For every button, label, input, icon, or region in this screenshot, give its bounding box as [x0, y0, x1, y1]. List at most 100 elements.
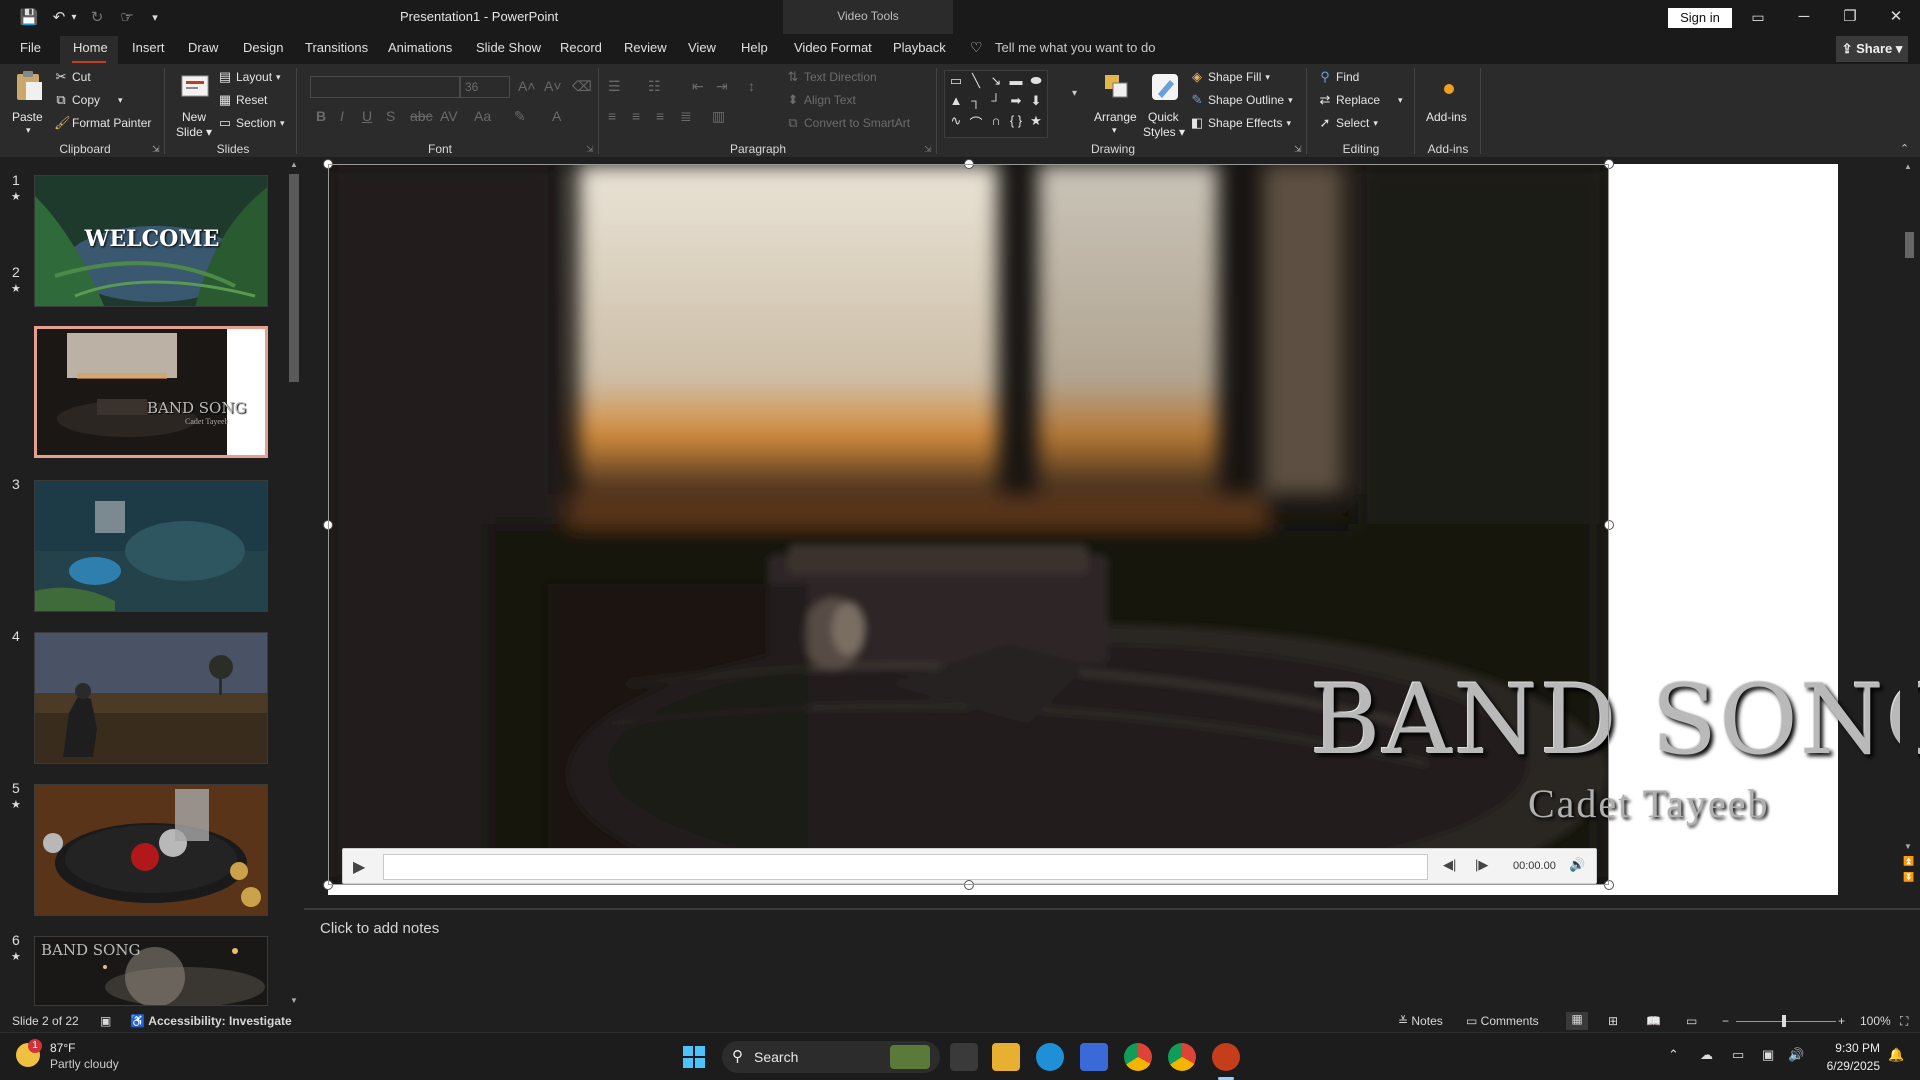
accessibility-status[interactable]: ♿ Accessibility: Investigate — [130, 1014, 292, 1028]
step-forward-icon[interactable]: |▶ — [1475, 857, 1488, 873]
arrange-button[interactable]: Arrange ▾ — [1092, 70, 1142, 142]
elbow-connector-icon[interactable]: ┐ — [967, 93, 985, 108]
network-icon[interactable]: ▣ — [1762, 1047, 1774, 1063]
ribbon-display-options-icon[interactable]: ▭ — [1738, 4, 1778, 30]
slide-thumbnail-2[interactable]: BAND SONG Cadet Tayeeb — [34, 326, 268, 458]
select-button[interactable]: ➚ Select ▾ — [1318, 116, 1378, 131]
resize-handle[interactable] — [1604, 520, 1614, 530]
resize-handle[interactable] — [964, 880, 974, 890]
add-ins-button[interactable]: Add-ins — [1422, 70, 1474, 142]
arrow-line-shape-icon[interactable]: ↘ — [987, 73, 1005, 89]
tab-help[interactable]: Help — [741, 40, 768, 55]
arc-shape-icon[interactable]: ∩ — [987, 113, 1005, 128]
align-left-icon[interactable]: ≡ — [608, 108, 616, 124]
increase-indent-icon[interactable]: ⇥ — [716, 78, 728, 95]
clock-time[interactable]: 9:30 PM — [1820, 1041, 1880, 1055]
resize-handle[interactable] — [964, 159, 974, 169]
touch-mode-icon[interactable]: ☞ — [116, 6, 138, 28]
paste-button[interactable]: Paste ▾ — [8, 70, 50, 142]
collapse-ribbon-icon[interactable]: ⌃ — [1900, 142, 1909, 155]
slide-thumbnail-4[interactable] — [34, 632, 268, 764]
slide-title[interactable]: BAND SONG — [1310, 664, 1920, 776]
clear-formatting-icon[interactable]: ⌫ — [572, 78, 592, 95]
font-name-box[interactable] — [310, 76, 460, 98]
sign-in-button[interactable]: Sign in — [1668, 8, 1732, 28]
close-button[interactable]: ✕ — [1876, 4, 1916, 30]
convert-smartart-button[interactable]: ⧉ Convert to SmartArt — [786, 116, 910, 131]
zoom-out-icon[interactable]: − — [1722, 1014, 1729, 1028]
line-spacing-icon[interactable]: ↕ — [748, 78, 755, 94]
align-text-button[interactable]: ⬍ Align Text — [786, 93, 856, 108]
notes-toggle-button[interactable]: ≚ Notes — [1398, 1014, 1443, 1028]
editor-scrollbar[interactable]: ▲ ▼ ⏫ ⏬ — [1900, 160, 1918, 890]
tray-overflow-icon[interactable]: ⌃ — [1668, 1047, 1679, 1063]
notes-placeholder[interactable]: Click to add notes — [320, 920, 439, 937]
tell-me-search[interactable]: Tell me what you want to do — [995, 40, 1155, 55]
notes-pane[interactable]: Click to add notes — [304, 908, 1920, 1010]
task-view-icon[interactable] — [950, 1043, 978, 1071]
layout-button[interactable]: ▤ Layout ▾ — [218, 70, 281, 85]
down-arrow-shape-icon[interactable]: ⬇ — [1027, 93, 1045, 109]
redo-icon[interactable]: ↻ — [86, 6, 108, 28]
windows-start-icon[interactable] — [680, 1043, 708, 1071]
format-painter-button[interactable]: 🖌 Format Painter — [54, 116, 151, 131]
slideshow-view-icon[interactable]: ▭ — [1686, 1014, 1697, 1028]
play-icon[interactable]: ▶ — [353, 857, 371, 876]
connector-icon[interactable]: ┘ — [987, 93, 1005, 108]
brace-shape-icon[interactable]: { } — [1007, 113, 1025, 128]
dialog-launcher-icon[interactable]: ⇲ — [1294, 144, 1302, 155]
scroll-down-icon[interactable]: ▼ — [290, 996, 298, 1005]
volume-icon[interactable]: 🔊 — [1569, 857, 1585, 873]
bullets-icon[interactable]: ☰ — [608, 78, 621, 95]
editor-scroll-thumb[interactable] — [1905, 232, 1914, 258]
resize-handle[interactable] — [323, 159, 333, 169]
zoom-slider-thumb[interactable] — [1782, 1015, 1786, 1027]
tab-design[interactable]: Design — [243, 40, 283, 55]
rectangle-shape-icon[interactable]: ▬ — [1007, 73, 1025, 88]
resize-handle[interactable] — [1604, 159, 1614, 169]
align-center-icon[interactable]: ≡ — [632, 108, 640, 124]
tab-review[interactable]: Review — [624, 40, 667, 55]
next-slide-icon[interactable]: ⏬ — [1903, 872, 1914, 883]
resize-handle[interactable] — [323, 520, 333, 530]
tab-video-format[interactable]: Video Format — [794, 40, 872, 55]
character-spacing-icon[interactable]: AV — [440, 108, 458, 124]
speaker-icon[interactable]: 🔊 — [1788, 1047, 1804, 1063]
restore-button[interactable]: ❐ — [1830, 4, 1870, 30]
zoom-slider-track[interactable] — [1736, 1021, 1836, 1022]
undo-icon[interactable]: ↶ — [48, 6, 70, 28]
align-right-icon[interactable]: ≡ — [656, 108, 664, 124]
comments-button[interactable]: ▭ Comments — [1466, 1014, 1539, 1028]
curve-shape-icon[interactable]: ⌒ — [967, 113, 985, 132]
step-back-icon[interactable]: ◀| — [1443, 857, 1456, 873]
quick-styles-button[interactable]: Quick Styles ▾ — [1142, 70, 1188, 142]
strikethrough-icon[interactable]: abc — [410, 108, 433, 124]
chrome-profile-icon[interactable] — [1168, 1043, 1196, 1071]
slide-thumbnail-3[interactable] — [34, 480, 268, 612]
thumbnails-scroll-thumb[interactable] — [289, 174, 299, 382]
edge-browser-icon[interactable] — [1036, 1043, 1064, 1071]
reset-button[interactable]: ▦ Reset — [218, 93, 268, 108]
microsoft-store-icon[interactable] — [1080, 1043, 1108, 1071]
tab-record[interactable]: Record — [560, 40, 602, 55]
tab-file[interactable]: File — [20, 40, 41, 55]
dialog-launcher-icon[interactable]: ⇲ — [586, 144, 594, 155]
scroll-down-icon[interactable]: ▼ — [1904, 842, 1912, 851]
new-slide-button[interactable]: New Slide ▾ — [174, 70, 220, 142]
text-direction-button[interactable]: ⇅ Text Direction — [786, 70, 877, 85]
fit-to-window-icon[interactable]: ⛶ — [1900, 1014, 1908, 1029]
change-case-icon[interactable]: Aa — [474, 108, 491, 124]
highlight-icon[interactable]: ✎ — [514, 108, 526, 125]
replace-button[interactable]: ⇄ Replace ▾ — [1318, 93, 1403, 108]
minimize-button[interactable]: ─ — [1784, 4, 1824, 30]
display-icon[interactable]: ▭ — [1732, 1047, 1744, 1063]
font-color-icon[interactable]: A — [552, 108, 561, 124]
scroll-up-icon[interactable]: ▲ — [1904, 162, 1912, 171]
chrome-icon[interactable] — [1124, 1043, 1152, 1071]
textbox-shape-icon[interactable]: ▭ — [947, 73, 965, 89]
cut-button[interactable]: ✂ Cut — [54, 70, 91, 85]
italic-icon[interactable]: I — [340, 108, 344, 124]
numbering-icon[interactable]: ☷ — [648, 78, 661, 95]
find-button[interactable]: ⚲ Find — [1318, 70, 1359, 85]
tab-home[interactable]: Home — [73, 40, 108, 55]
